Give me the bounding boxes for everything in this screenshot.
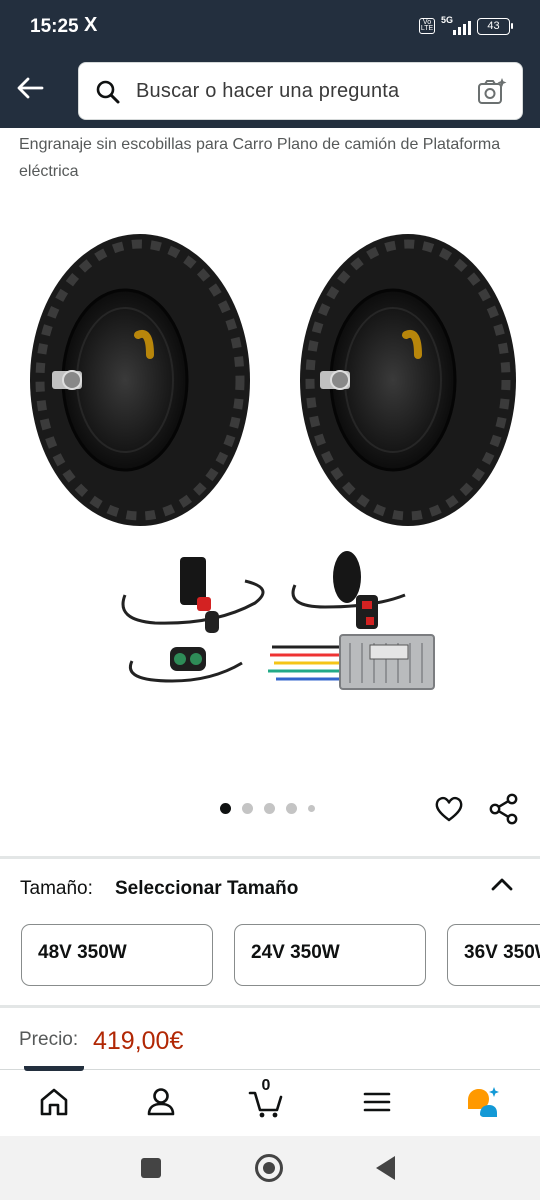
- search-icon: [96, 80, 120, 104]
- carousel-dot-4[interactable]: [286, 803, 297, 814]
- volte-icon: Vo LTE: [419, 18, 435, 34]
- cart-button[interactable]: 0: [248, 1077, 284, 1120]
- status-time: 15:25: [30, 16, 79, 37]
- active-tab-indicator: [24, 1066, 84, 1071]
- battery-icon: 43: [477, 17, 513, 35]
- menu-icon[interactable]: [359, 1084, 395, 1120]
- account-icon[interactable]: [143, 1084, 179, 1120]
- product-image[interactable]: [20, 225, 520, 725]
- product-title: Engranaje sin escobillas para Carro Plan…: [19, 136, 501, 180]
- carousel-dot-1[interactable]: [220, 803, 231, 814]
- throttle-display: [121, 557, 265, 633]
- size-selected-value[interactable]: Seleccionar Tamaño: [115, 878, 298, 900]
- size-option[interactable]: 36V 350W: [447, 924, 540, 986]
- rufus-icon[interactable]: [464, 1084, 500, 1120]
- divider: [0, 1005, 540, 1008]
- notification-x-icon: X: [84, 14, 98, 36]
- size-option[interactable]: 48V 350W: [21, 924, 213, 986]
- network-type: 5G: [441, 15, 454, 25]
- search-input[interactable]: Buscar o hacer una pregunta: [78, 62, 523, 120]
- status-bar: 15:25 X Vo LTE 5G 43: [0, 0, 540, 56]
- power-switch: [128, 647, 243, 683]
- wheel-right: [300, 234, 516, 526]
- share-icon[interactable]: [489, 793, 519, 825]
- heart-icon[interactable]: [434, 795, 464, 823]
- price-value: 419,00€: [93, 1027, 184, 1055]
- cart-count: 0: [261, 1077, 271, 1094]
- carousel-dot-2[interactable]: [242, 803, 253, 814]
- arrow-left-icon[interactable]: [14, 72, 46, 104]
- system-navigation-bar: [0, 1136, 540, 1200]
- divider: [0, 856, 540, 859]
- size-label: Tamaño:: [20, 878, 93, 899]
- carousel-dot-5[interactable]: [308, 805, 315, 812]
- size-option[interactable]: 24V 350W: [234, 924, 426, 986]
- image-carousel-dots[interactable]: [220, 803, 315, 814]
- controller: [268, 634, 435, 690]
- system-home-icon[interactable]: [255, 1154, 283, 1182]
- status-indicators: Vo LTE 5G 43: [419, 15, 513, 35]
- camera-search-icon[interactable]: [476, 76, 508, 108]
- recent-apps-icon[interactable]: [141, 1158, 161, 1178]
- carousel-dot-3[interactable]: [264, 803, 275, 814]
- system-back-icon[interactable]: [376, 1156, 395, 1180]
- search-placeholder: Buscar o hacer una pregunta: [136, 80, 400, 102]
- price-label: Precio:: [19, 1029, 79, 1050]
- app-header: 15:25 X Vo LTE 5G 43 Buscar o hacer una …: [0, 0, 540, 128]
- bottom-nav: 0: [0, 1066, 540, 1135]
- home-icon[interactable]: [36, 1084, 72, 1120]
- wheel-left: [30, 234, 250, 526]
- chevron-up-icon[interactable]: [489, 873, 515, 895]
- signal-icon: 5G: [441, 15, 471, 35]
- signal-bars: [453, 21, 471, 35]
- thumb-throttle: [291, 551, 406, 629]
